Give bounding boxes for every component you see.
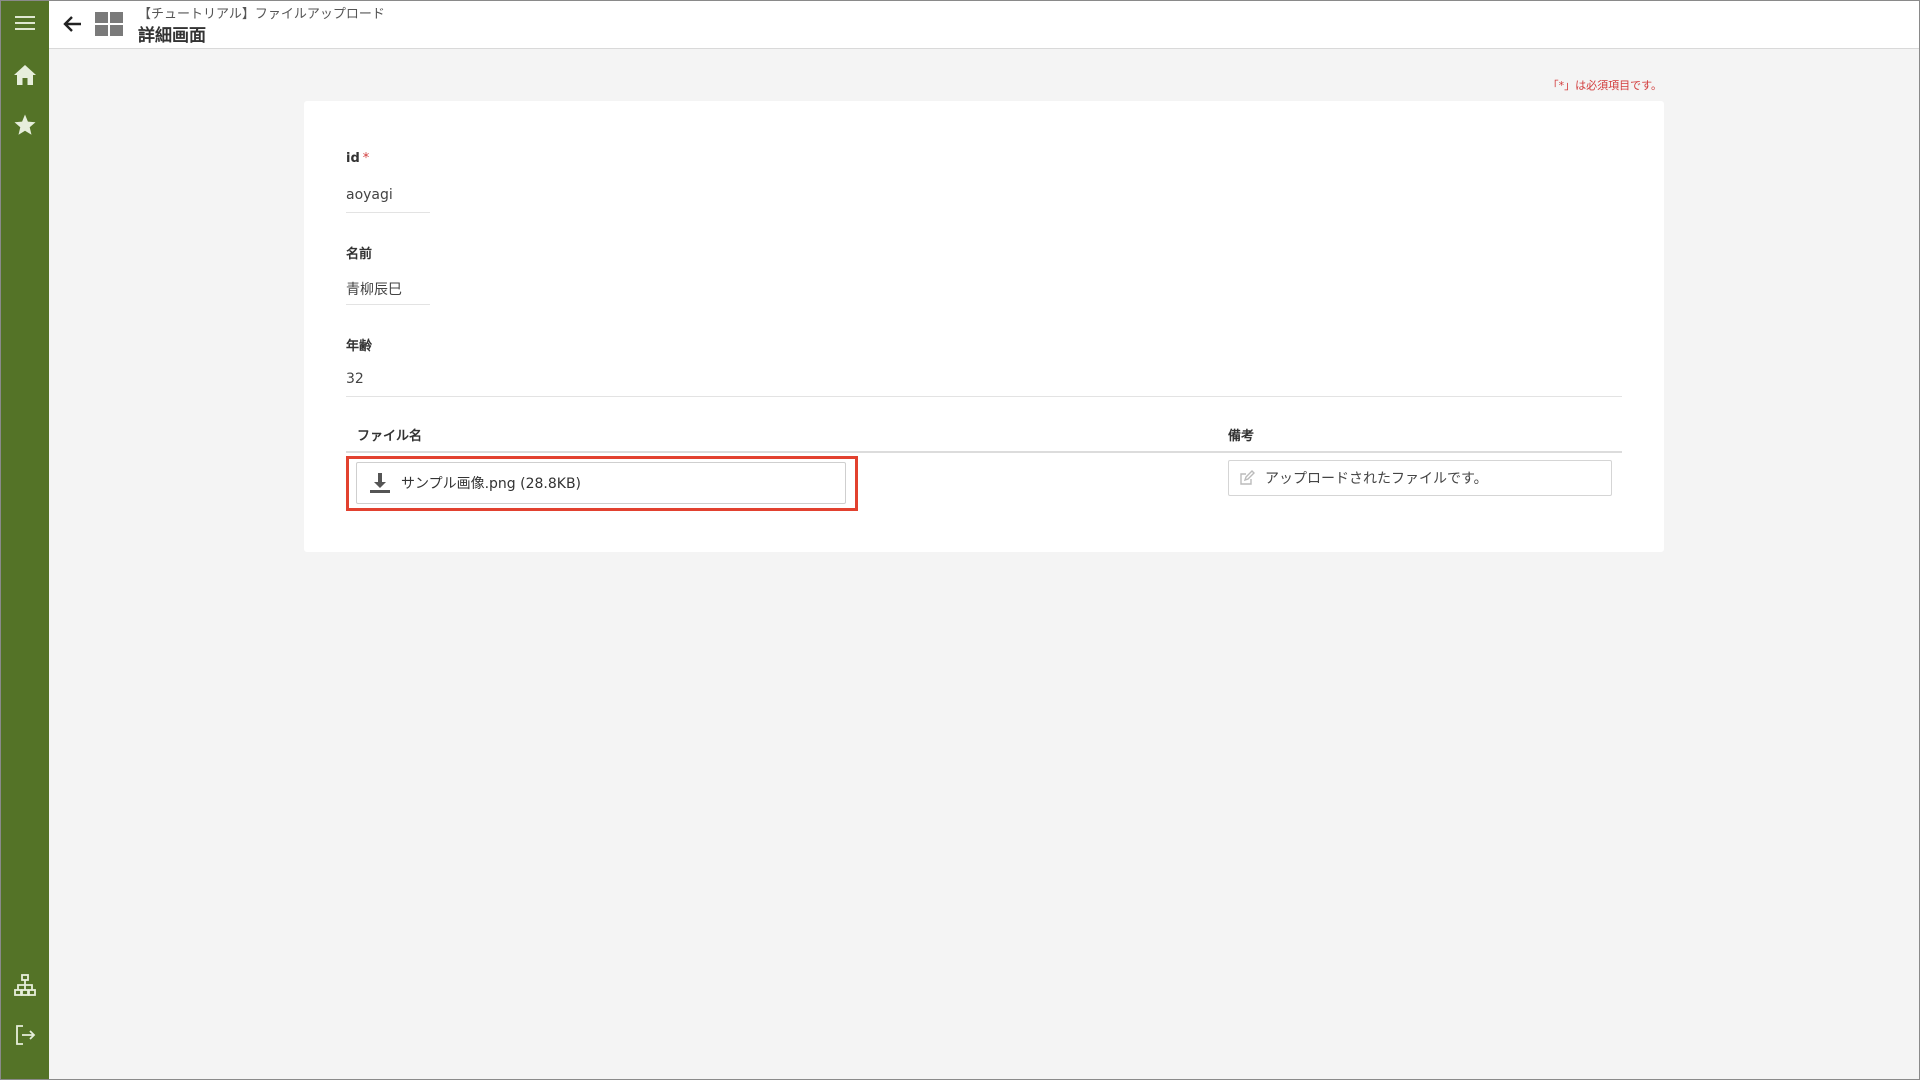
edit-icon	[1239, 470, 1255, 486]
age-divider	[346, 396, 1622, 397]
header: 【チュートリアル】ファイルアップロード 詳細画面	[49, 0, 1920, 49]
menu-icon	[14, 16, 35, 30]
logout-button[interactable]	[0, 1012, 49, 1058]
app-name: 【チュートリアル】ファイルアップロード	[138, 7, 385, 22]
file-name: サンプル画像.png (28.8KB)	[401, 476, 582, 492]
age-label: 年齢	[346, 339, 373, 354]
file-download-button[interactable]: サンプル画像.png (28.8KB)	[356, 462, 846, 504]
home-button[interactable]	[0, 52, 49, 98]
download-icon	[369, 472, 391, 494]
star-icon	[14, 114, 35, 135]
remarks-value: アップロードされたファイルです。	[1265, 471, 1488, 487]
column-header-file-name: ファイル名	[357, 429, 423, 444]
sitemap-button[interactable]	[0, 962, 49, 1008]
grid-icon	[95, 12, 123, 36]
apps-button[interactable]	[93, 9, 125, 39]
logout-icon	[15, 1025, 35, 1045]
name-underline	[346, 304, 430, 305]
page-title: 詳細画面	[138, 26, 206, 46]
back-button[interactable]	[59, 10, 87, 38]
required-mark: *	[362, 151, 370, 166]
column-header-remarks: 備考	[1228, 429, 1255, 444]
id-underline	[346, 212, 430, 213]
detail-card: id * aoyagi 名前 青柳辰巳 年齢 32 ファイル名 備考 サンプル画像…	[304, 101, 1664, 552]
remarks-field[interactable]: アップロードされたファイルです。	[1228, 460, 1612, 496]
id-label-text: id	[346, 151, 360, 166]
menu-button[interactable]	[0, 0, 49, 46]
required-note: 「*」は必須項目です。	[1547, 79, 1662, 92]
sitemap-icon	[13, 974, 36, 996]
sidebar	[0, 0, 49, 1080]
age-value: 32	[346, 371, 364, 387]
name-label: 名前	[346, 247, 373, 262]
name-value: 青柳辰巳	[346, 282, 402, 298]
home-icon	[13, 65, 36, 85]
arrow-left-icon	[63, 16, 81, 32]
id-label: id *	[346, 151, 369, 166]
id-value: aoyagi	[346, 187, 393, 203]
table-header-line	[346, 451, 1622, 453]
favorites-button[interactable]	[0, 102, 49, 148]
